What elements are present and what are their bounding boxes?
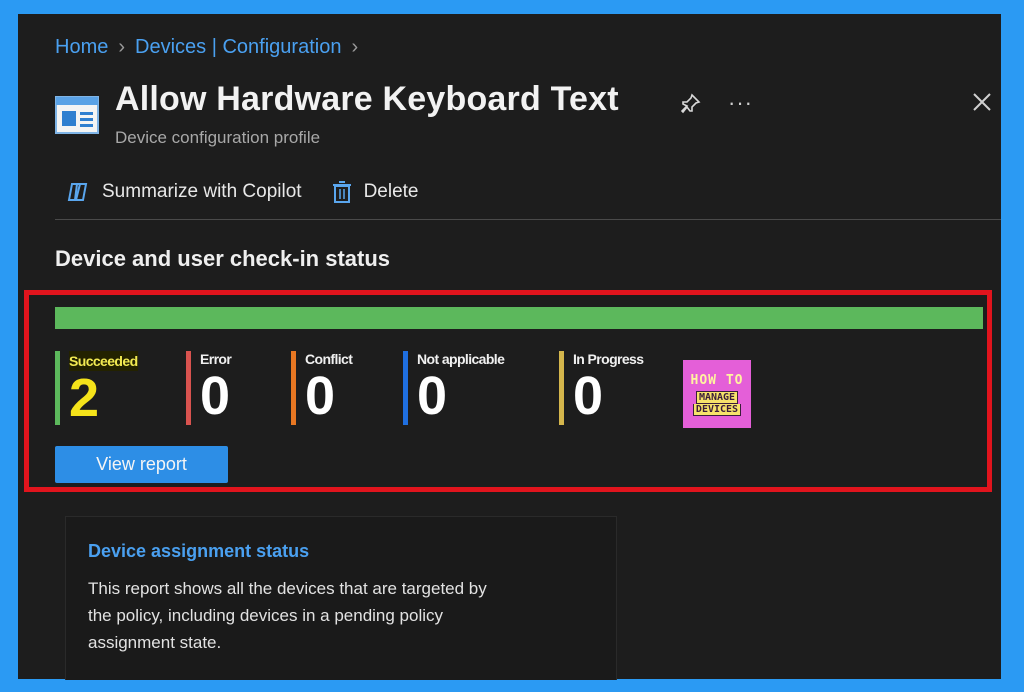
trash-icon xyxy=(332,181,351,203)
breadcrumb-home[interactable]: Home xyxy=(55,36,108,59)
progress-fill-succeeded xyxy=(55,307,983,329)
device-assignment-card[interactable]: Device assignment status This report sho… xyxy=(65,516,617,680)
page-subtitle: Device configuration profile xyxy=(115,128,321,147)
checkin-progress-bar xyxy=(55,307,983,329)
summarize-copilot-label: Summarize with Copilot xyxy=(102,181,302,202)
device-assignment-title[interactable]: Device assignment status xyxy=(88,541,309,562)
logo-line-1: HOW TO xyxy=(690,372,744,388)
stat-label: In Progress xyxy=(573,351,644,367)
checkin-status-heading: Device and user check-in status xyxy=(55,246,391,271)
view-report-button[interactable]: View report xyxy=(55,446,228,483)
logo-line-2: MANAGE xyxy=(695,390,739,404)
stat-label: Error xyxy=(200,351,232,367)
delete-button[interactable]: Delete xyxy=(332,180,419,204)
logo-line-3: DEVICES xyxy=(692,403,742,416)
stat-not-applicable[interactable]: Not applicable 0 xyxy=(403,351,505,426)
copilot-icon xyxy=(67,183,88,201)
chevron-right-icon: › xyxy=(118,36,126,58)
stat-label: Conflict xyxy=(305,351,353,367)
stat-in-progress[interactable]: In Progress 0 xyxy=(559,351,644,426)
more-options-icon[interactable]: ··· xyxy=(728,90,753,116)
breadcrumb-devices-configuration[interactable]: Devices | Configuration xyxy=(135,36,341,59)
portal-blade: Home › Devices | Configuration › Allow H… xyxy=(18,14,1001,680)
toolbar: Summarize with Copilot Delete xyxy=(66,180,419,204)
stat-value: 0 xyxy=(200,366,231,426)
stat-value: 0 xyxy=(573,366,604,426)
chevron-right-icon: › xyxy=(351,36,359,58)
pin-icon[interactable] xyxy=(678,92,702,116)
breadcrumb: Home › Devices | Configuration › xyxy=(55,36,358,59)
stat-value: 0 xyxy=(305,366,336,426)
stat-conflict[interactable]: Conflict 0 xyxy=(291,351,353,426)
stat-value: 0 xyxy=(417,366,448,426)
stat-value: 2 xyxy=(69,368,100,428)
delete-label: Delete xyxy=(363,181,419,202)
toolbar-divider xyxy=(55,219,1001,220)
stat-label: Not applicable xyxy=(417,351,505,367)
stat-succeeded[interactable]: Succeeded 2 xyxy=(55,351,138,425)
page-title: Allow Hardware Keyboard Text xyxy=(115,80,619,118)
stat-error[interactable]: Error 0 xyxy=(186,351,232,426)
configuration-profile-icon xyxy=(55,96,99,134)
how-to-manage-devices-logo: HOW TO MANAGE DEVICES xyxy=(683,360,751,428)
summarize-copilot-button[interactable]: Summarize with Copilot xyxy=(66,181,302,203)
device-assignment-description: This report shows all the devices that a… xyxy=(88,579,487,652)
close-icon[interactable] xyxy=(970,90,994,114)
